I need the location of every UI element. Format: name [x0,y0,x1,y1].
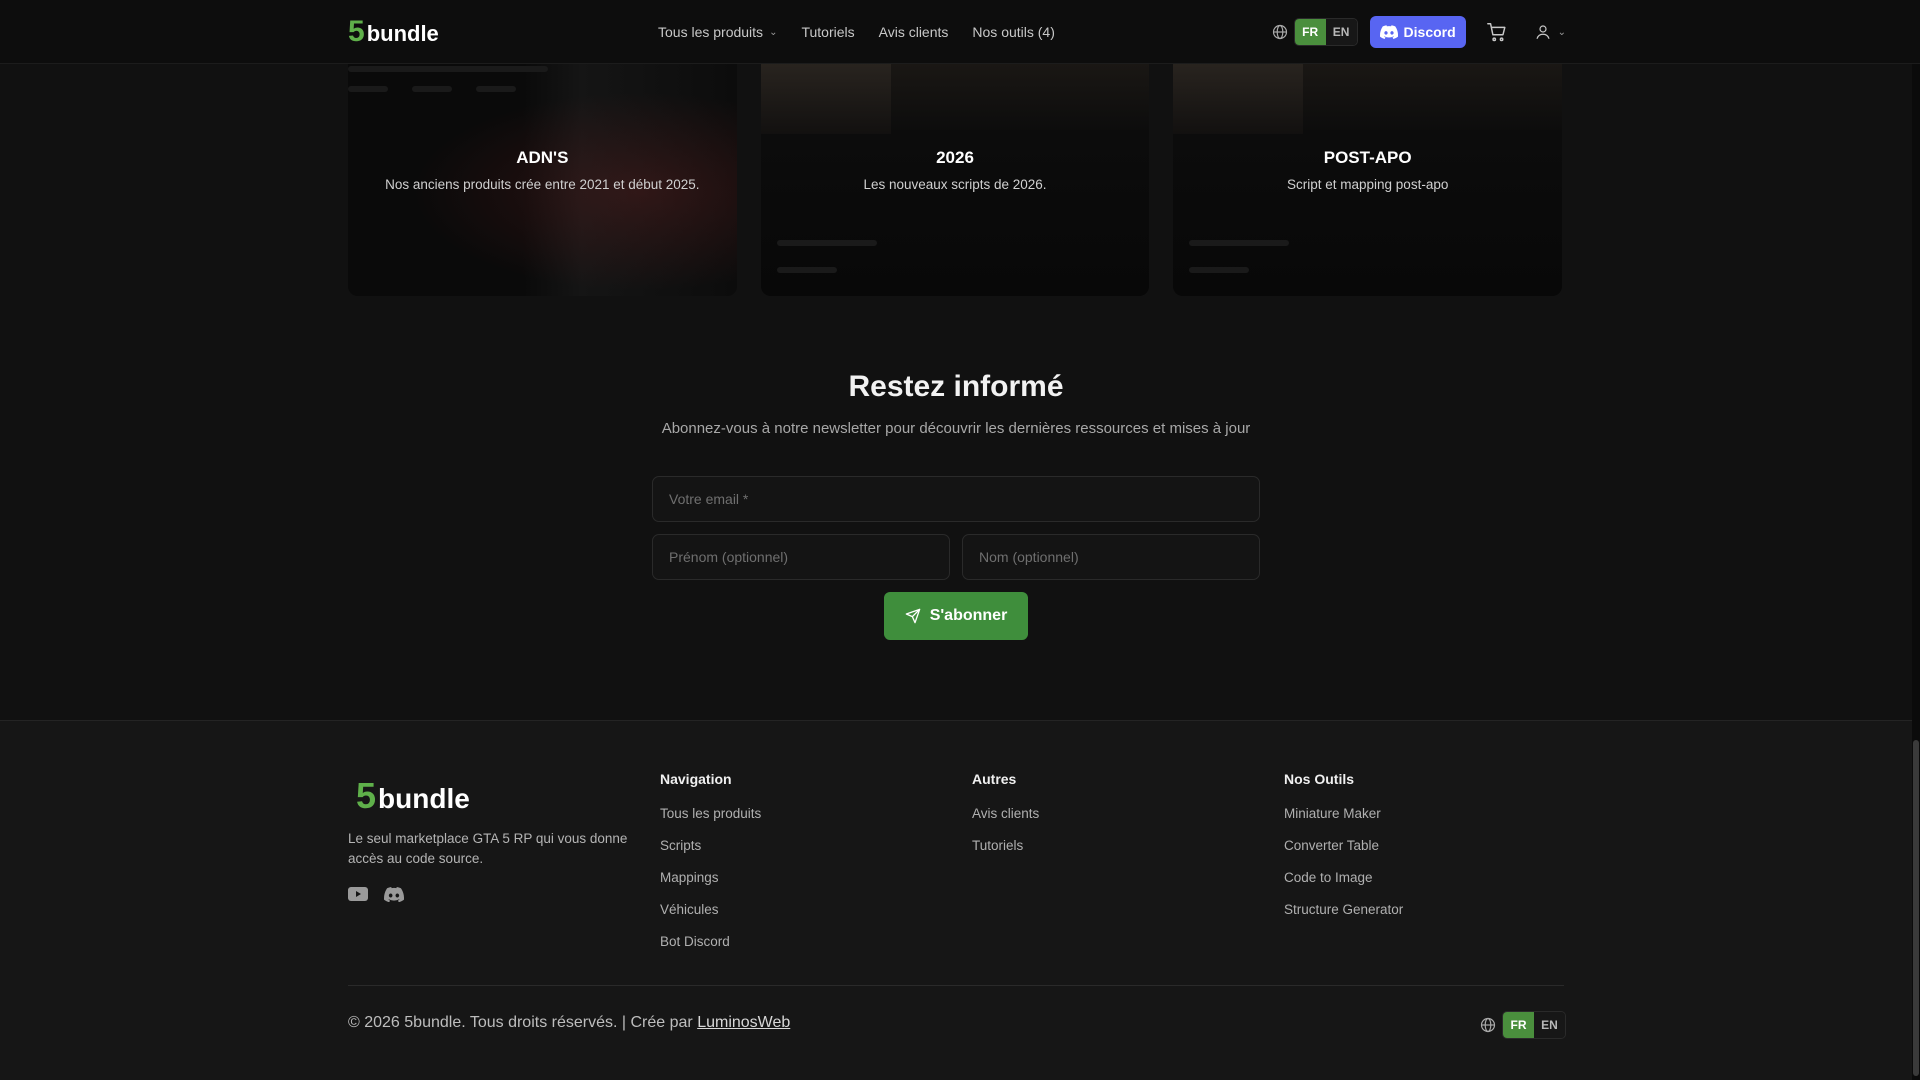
footer-divider [348,985,1564,986]
footer-link-mappings[interactable]: Mappings [660,869,761,887]
footer-column-title: Autres [972,771,1017,787]
top-navbar: 5 bundle Tous les produits ⌄ Tutoriels A… [0,0,1920,64]
logo-digit: 5 [348,15,365,48]
card-thumbnail [760,64,891,134]
category-card-post-apo[interactable]: POST-APO Script et mapping post-apo [1173,64,1563,296]
send-icon [905,608,921,624]
lang-en-button[interactable]: EN [1534,1012,1565,1038]
site-logo[interactable]: 5 bundle [348,15,439,49]
globe-icon [1480,1017,1496,1033]
user-icon [1536,25,1550,39]
card-faint-tag [476,86,516,92]
page-scrollbar[interactable] [1912,0,1920,1080]
category-card-description: Script et mapping post-apo [1287,177,1449,192]
footer-link-tutorials[interactable]: Tutoriels [972,837,1039,855]
lang-en-button[interactable]: EN [1325,19,1357,45]
lang-fr-button[interactable]: FR [1294,19,1326,45]
category-card-title: 2026 [936,148,974,167]
card-faint-text [348,66,548,72]
category-card-description: Nos anciens produits crée entre 2021 et … [385,177,700,192]
card-faint-text [1189,240,1290,246]
subscribe-button[interactable]: S'abonner [884,592,1028,640]
language-toggle: FR EN [1502,1011,1566,1039]
subscribe-button-label: S'abonner [929,607,1008,624]
footer-column-tools: Nos Outils Miniature Maker Converter Tab… [1284,771,1403,933]
nav-item-tutorials[interactable]: Tutoriels [801,24,854,40]
main-nav: Tous les produits ⌄ Tutoriels Avis clien… [658,0,1055,64]
logo-word: bundle [378,783,470,814]
discord-icon[interactable] [384,887,404,903]
newsletter-subtitle: Abonnez-vous à notre newsletter pour déc… [661,420,1251,437]
footer-tagline: Le seul marketplace GTA 5 RP qui vous do… [348,831,628,866]
lang-fr-button[interactable]: FR [1503,1012,1534,1038]
nav-item-label: Tutoriels [801,24,855,40]
footer-link-miniature-maker[interactable]: Miniature Maker [1284,805,1403,823]
footer-link-code-to-image[interactable]: Code to Image [1284,869,1403,887]
cart-icon[interactable] [1486,21,1508,43]
footer-column-autres: Autres Avis clients Tutoriels [972,771,1039,869]
footer-language-switcher: FR EN [1480,1011,1566,1039]
footer-link-all-products[interactable]: Tous les produits [660,805,761,823]
category-card-title: POST-APO [1323,148,1412,167]
footer-column-navigation: Navigation Tous les produits Scripts Map… [660,771,761,965]
footer-social-links [348,887,404,903]
footer-link-scripts[interactable]: Scripts [660,837,761,855]
discord-icon [1379,25,1398,39]
nav-item-reviews[interactable]: Avis clients [879,24,949,40]
nav-item-label: Avis clients [878,24,949,40]
last-name-input[interactable] [962,534,1260,580]
chevron-down-icon: ⌄ [1557,26,1566,38]
discord-button[interactable]: Discord [1369,16,1466,48]
category-card-2026[interactable]: 2026 Les nouveaux scripts de 2026. [760,64,1150,296]
card-faint-text [1189,267,1250,273]
language-switcher: FR EN [1293,18,1358,46]
first-name-input[interactable] [652,534,950,580]
category-card-adns[interactable]: ADN'S Nos anciens produits crée entre 20… [348,64,737,296]
category-card-description: Les nouveaux scripts de 2026. [863,177,1047,192]
nav-actions: FR EN Discord ⌄ [1272,0,1566,64]
footer-logo[interactable]: 5 bundle [356,775,470,817]
footer-link-converter-table[interactable]: Converter Table [1284,837,1403,855]
discord-button-label: Discord [1403,24,1456,40]
scrollbar-thumb[interactable] [1913,740,1919,1076]
user-menu[interactable]: ⌄ [1534,23,1566,41]
site-footer: 5 bundle Le seul marketplace GTA 5 RP qu… [0,720,1912,1080]
footer-link-vehicles[interactable]: Véhicules [660,901,761,919]
category-card-title: ADN'S [516,148,569,167]
card-faint-tag [348,86,388,92]
card-faint-text [776,240,877,246]
nav-item-label: Nos outils (4) [972,24,1055,40]
logo-digit: 5 [356,775,377,816]
card-faint-text [776,267,837,273]
nav-item-tools[interactable]: Nos outils (4) [972,24,1054,40]
footer-column-title: Nos Outils [1284,771,1355,787]
credit-link[interactable]: LuminosWeb [697,1014,790,1031]
footer-link-structure-generator[interactable]: Structure Generator [1284,901,1403,919]
globe-icon [1272,24,1287,40]
footer-column-title: Navigation [660,771,732,787]
logo-word: bundle [366,21,439,46]
chevron-down-icon: ⌄ [769,26,778,38]
newsletter-section: Restez informé Abonnez-vous à notre news… [0,370,1912,437]
card-thumbnail [1173,64,1304,134]
youtube-icon[interactable] [348,887,368,903]
category-cards: ADN'S Nos anciens produits crée entre 20… [348,64,1563,296]
newsletter-title: Restez informé [848,370,1064,403]
nav-item-all-products[interactable]: Tous les produits ⌄ [658,24,777,40]
nav-item-label: Tous les produits [658,24,764,40]
email-input[interactable] [652,476,1260,522]
footer-link-bot-discord[interactable]: Bot Discord [660,933,761,951]
footer-copyright: © 2026 5bundle. Tous droits réservés. | … [348,1014,790,1032]
card-faint-tag [412,86,452,92]
footer-link-reviews[interactable]: Avis clients [972,805,1039,823]
copyright-text: © 2026 5bundle. Tous droits réservés. | … [348,1014,693,1031]
